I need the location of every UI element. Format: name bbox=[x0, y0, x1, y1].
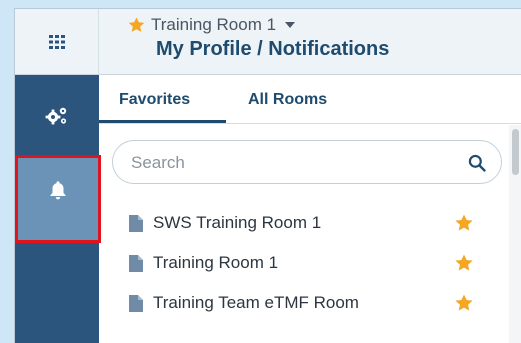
search-box bbox=[112, 140, 502, 184]
apps-menu-button[interactable] bbox=[15, 9, 99, 75]
favorite-star-icon[interactable] bbox=[454, 253, 474, 273]
room-list-item[interactable]: SWS Training Room 1 bbox=[129, 208, 474, 238]
document-icon bbox=[129, 294, 143, 312]
tab-all-rooms[interactable]: All Rooms bbox=[248, 91, 327, 109]
scrollbar-thumb[interactable] bbox=[512, 129, 519, 175]
room-selector[interactable]: Training Room 1 bbox=[127, 15, 296, 35]
left-rail bbox=[15, 75, 101, 343]
tab-favorites[interactable]: Favorites bbox=[119, 91, 190, 109]
settings-button[interactable] bbox=[15, 85, 99, 147]
room-name: SWS Training Room 1 bbox=[153, 213, 322, 232]
gears-icon bbox=[45, 107, 67, 125]
notifications-button[interactable] bbox=[15, 155, 101, 243]
header: Training Room 1 My Profile / Notificatio… bbox=[15, 9, 521, 75]
app-window: Training Room 1 My Profile / Notificatio… bbox=[14, 8, 521, 343]
star-icon bbox=[128, 17, 145, 32]
caret-down-icon bbox=[285, 22, 296, 28]
favorite-star-icon[interactable] bbox=[454, 293, 474, 313]
document-icon bbox=[129, 214, 143, 232]
grid-icon bbox=[48, 35, 65, 49]
page-title: My Profile / Notifications bbox=[156, 38, 390, 60]
search-input[interactable] bbox=[131, 151, 451, 175]
tab-bar: Favorites All Rooms bbox=[99, 75, 509, 125]
room-name: Training Team eTMF Room bbox=[153, 293, 359, 312]
scrollbar[interactable] bbox=[509, 125, 521, 343]
room-list-item[interactable]: Training Room 1 bbox=[129, 248, 474, 278]
search-icon[interactable] bbox=[467, 153, 487, 173]
bell-icon bbox=[50, 181, 66, 200]
document-icon bbox=[129, 254, 143, 272]
room-name: Training Room 1 bbox=[153, 253, 279, 272]
favorite-star-icon[interactable] bbox=[454, 213, 474, 233]
divider bbox=[99, 123, 521, 124]
current-room-name: Training Room 1 bbox=[151, 15, 277, 34]
room-list-item[interactable]: Training Team eTMF Room bbox=[129, 288, 474, 318]
